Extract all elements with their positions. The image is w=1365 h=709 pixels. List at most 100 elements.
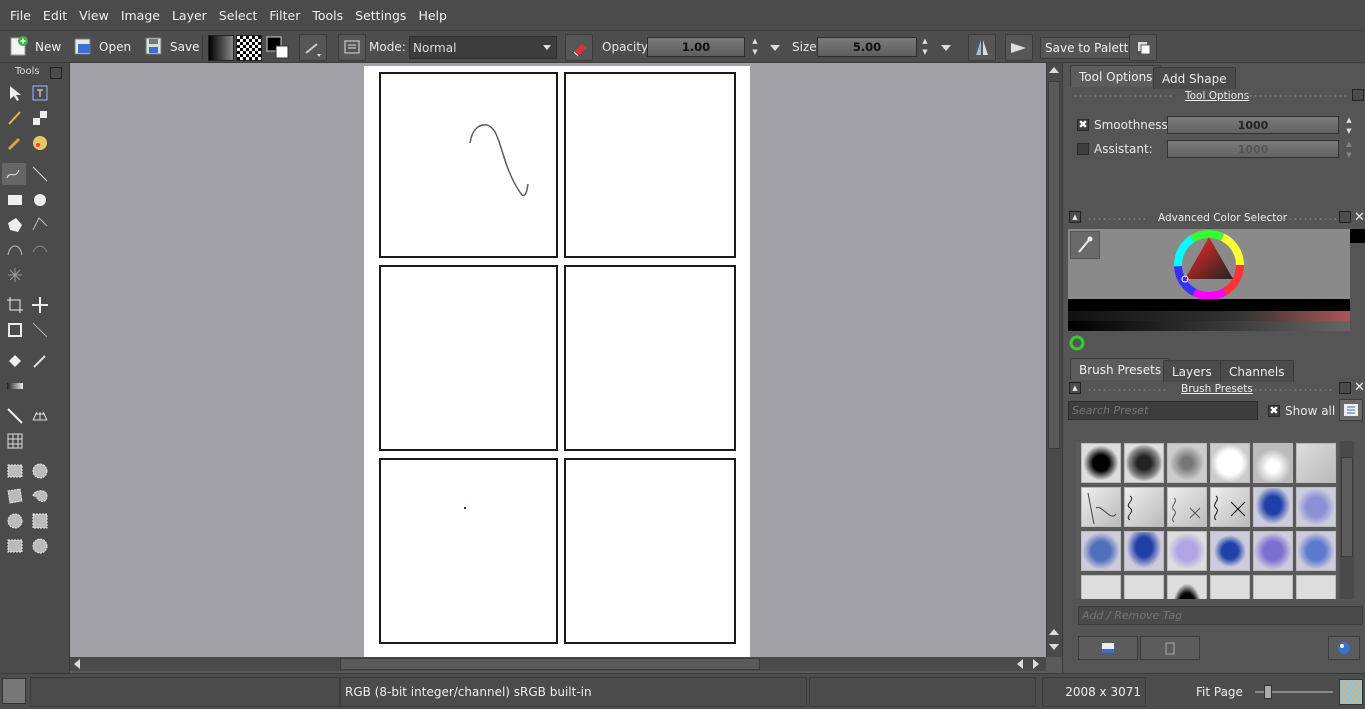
comic-panel-3[interactable] bbox=[379, 265, 558, 451]
selection-mode-icon[interactable] bbox=[2, 678, 26, 704]
palette-dropdown-button[interactable] bbox=[1129, 34, 1157, 61]
brush-preset-item[interactable] bbox=[1296, 575, 1336, 599]
path-select-tool-icon[interactable] bbox=[5, 536, 25, 556]
float-panel-icon[interactable] bbox=[1339, 211, 1351, 223]
close-icon[interactable]: ✕ bbox=[1354, 380, 1365, 395]
menu-view[interactable]: View bbox=[73, 8, 115, 23]
opacity-slider[interactable]: 1.00 bbox=[647, 37, 745, 57]
polygon-tool-icon[interactable] bbox=[5, 215, 25, 235]
zoom-mode-label[interactable]: Fit Page bbox=[1196, 685, 1243, 699]
brush-preset-item[interactable] bbox=[1210, 531, 1250, 571]
color-picker-tool-icon[interactable] bbox=[30, 133, 50, 153]
eyedropper-tool-icon[interactable] bbox=[30, 351, 50, 371]
bezier-tool-icon[interactable] bbox=[5, 240, 25, 260]
assistant-tool-icon[interactable] bbox=[5, 406, 25, 426]
tag-input[interactable] bbox=[1078, 606, 1363, 625]
brush-preset-item[interactable] bbox=[1253, 443, 1293, 483]
smoothness-checkbox[interactable]: ✖ bbox=[1077, 119, 1089, 131]
brush-preset-item[interactable] bbox=[1081, 531, 1121, 571]
ellipse-select-tool-icon[interactable] bbox=[30, 461, 50, 481]
brush-preset-item[interactable] bbox=[1124, 531, 1164, 571]
refresh-icon[interactable] bbox=[1069, 335, 1085, 351]
resource-manager-button[interactable] bbox=[1328, 636, 1360, 660]
brush-preset-item[interactable] bbox=[1210, 443, 1250, 483]
menu-help[interactable]: Help bbox=[412, 8, 453, 23]
gradient-tool-icon[interactable] bbox=[5, 376, 25, 396]
scroll-up-icon-2[interactable] bbox=[1049, 629, 1059, 635]
show-all-checkbox[interactable]: ✖ bbox=[1268, 405, 1280, 417]
mirror-horizontal-button[interactable] bbox=[968, 34, 996, 61]
import-brush-button[interactable] bbox=[1078, 636, 1138, 660]
brush-preset-item[interactable] bbox=[1167, 443, 1207, 483]
tab-brush-presets[interactable]: Brush Presets bbox=[1070, 358, 1171, 380]
canvas-only-icon[interactable] bbox=[1339, 679, 1363, 705]
brush-preset-item[interactable] bbox=[1296, 487, 1336, 527]
brush-grid-scrollbar[interactable] bbox=[1340, 441, 1354, 599]
comic-panel-2[interactable] bbox=[564, 72, 736, 258]
close-icon[interactable]: ✕ bbox=[1354, 210, 1365, 225]
scroll-down-icon[interactable] bbox=[1049, 644, 1059, 650]
menu-settings[interactable]: Settings bbox=[349, 8, 412, 23]
collapse-icon[interactable]: ▲ bbox=[1069, 382, 1081, 394]
tab-layers[interactable]: Layers bbox=[1163, 360, 1221, 382]
menu-select[interactable]: Select bbox=[213, 8, 264, 23]
color-shade-bar-1[interactable] bbox=[1068, 311, 1350, 321]
fill-tool-icon[interactable] bbox=[5, 351, 25, 371]
similar-select-tool-icon[interactable] bbox=[30, 511, 50, 531]
brush-preset-item[interactable] bbox=[1081, 443, 1121, 483]
eraser-mode-button[interactable] bbox=[565, 34, 593, 61]
measure-tool-icon[interactable] bbox=[30, 320, 50, 340]
rectangle-tool-icon[interactable] bbox=[5, 190, 25, 210]
text-tool-icon[interactable] bbox=[30, 83, 50, 103]
color-shade-bar-2[interactable] bbox=[1068, 321, 1350, 331]
brush-preset-item[interactable] bbox=[1210, 575, 1250, 599]
brush-preset-item[interactable] bbox=[1167, 487, 1207, 527]
pattern-selector-icon[interactable] bbox=[236, 35, 262, 61]
eyedropper-icon[interactable] bbox=[1070, 231, 1100, 259]
brush-preset-item[interactable] bbox=[1124, 575, 1164, 599]
magnetic-select-tool-icon[interactable] bbox=[30, 536, 50, 556]
delete-brush-button[interactable] bbox=[1140, 636, 1200, 660]
brush-preset-item[interactable] bbox=[1167, 531, 1207, 571]
float-panel-icon[interactable] bbox=[1352, 89, 1364, 101]
tab-tool-options[interactable]: Tool Options bbox=[1070, 65, 1162, 87]
search-preset-input[interactable] bbox=[1068, 401, 1258, 420]
gradient-selector-icon[interactable] bbox=[208, 35, 234, 61]
ellipse-tool-icon[interactable] bbox=[30, 190, 50, 210]
color-history-bar[interactable] bbox=[1068, 299, 1350, 311]
current-color-swatch[interactable] bbox=[1350, 229, 1365, 243]
comic-panel-1[interactable] bbox=[379, 72, 558, 258]
move-tool-icon[interactable] bbox=[30, 295, 50, 315]
menu-layer[interactable]: Layer bbox=[166, 8, 213, 23]
grid-tool-icon[interactable] bbox=[5, 431, 25, 451]
scroll-left-icon[interactable] bbox=[74, 659, 80, 669]
size-slider[interactable]: 5.00 bbox=[817, 37, 917, 57]
vertical-scroll-thumb[interactable] bbox=[1048, 81, 1060, 449]
smoothness-spinner[interactable]: ▲ ▼ bbox=[1344, 115, 1354, 137]
crop-tool-icon[interactable] bbox=[5, 295, 25, 315]
brush-preset-item[interactable] bbox=[1296, 531, 1336, 571]
tab-channels[interactable]: Channels bbox=[1220, 360, 1294, 382]
collapse-icon[interactable]: ▲ bbox=[1069, 211, 1081, 223]
menu-image[interactable]: Image bbox=[115, 8, 166, 23]
calligraphy-tool-icon[interactable] bbox=[5, 108, 25, 128]
document-page[interactable] bbox=[364, 66, 750, 657]
save-button[interactable]: Save bbox=[143, 34, 199, 60]
color-swap-icon[interactable] bbox=[265, 35, 291, 61]
dynamic-brush-tool-icon[interactable] bbox=[5, 265, 25, 285]
opacity-spinner[interactable]: ▲ ▼ bbox=[750, 36, 760, 58]
new-button[interactable]: New bbox=[8, 34, 61, 60]
size-dropdown-icon[interactable] bbox=[941, 45, 951, 51]
workspace-button[interactable] bbox=[338, 34, 366, 61]
zoom-slider-handle[interactable] bbox=[1264, 685, 1272, 699]
brush-preset-item[interactable] bbox=[1253, 531, 1293, 571]
freehand-path-tool-icon[interactable] bbox=[30, 240, 50, 260]
transform-tool-icon[interactable] bbox=[5, 320, 25, 340]
polygon-select-tool-icon[interactable] bbox=[5, 486, 25, 506]
assistant-slider[interactable]: 1000 bbox=[1167, 140, 1339, 158]
tab-add-shape[interactable]: Add Shape bbox=[1153, 67, 1236, 89]
menu-file[interactable]: File bbox=[4, 8, 37, 23]
float-panel-icon[interactable] bbox=[50, 67, 62, 79]
scroll-up-icon[interactable] bbox=[1049, 67, 1059, 73]
open-button[interactable]: Open bbox=[72, 34, 131, 60]
